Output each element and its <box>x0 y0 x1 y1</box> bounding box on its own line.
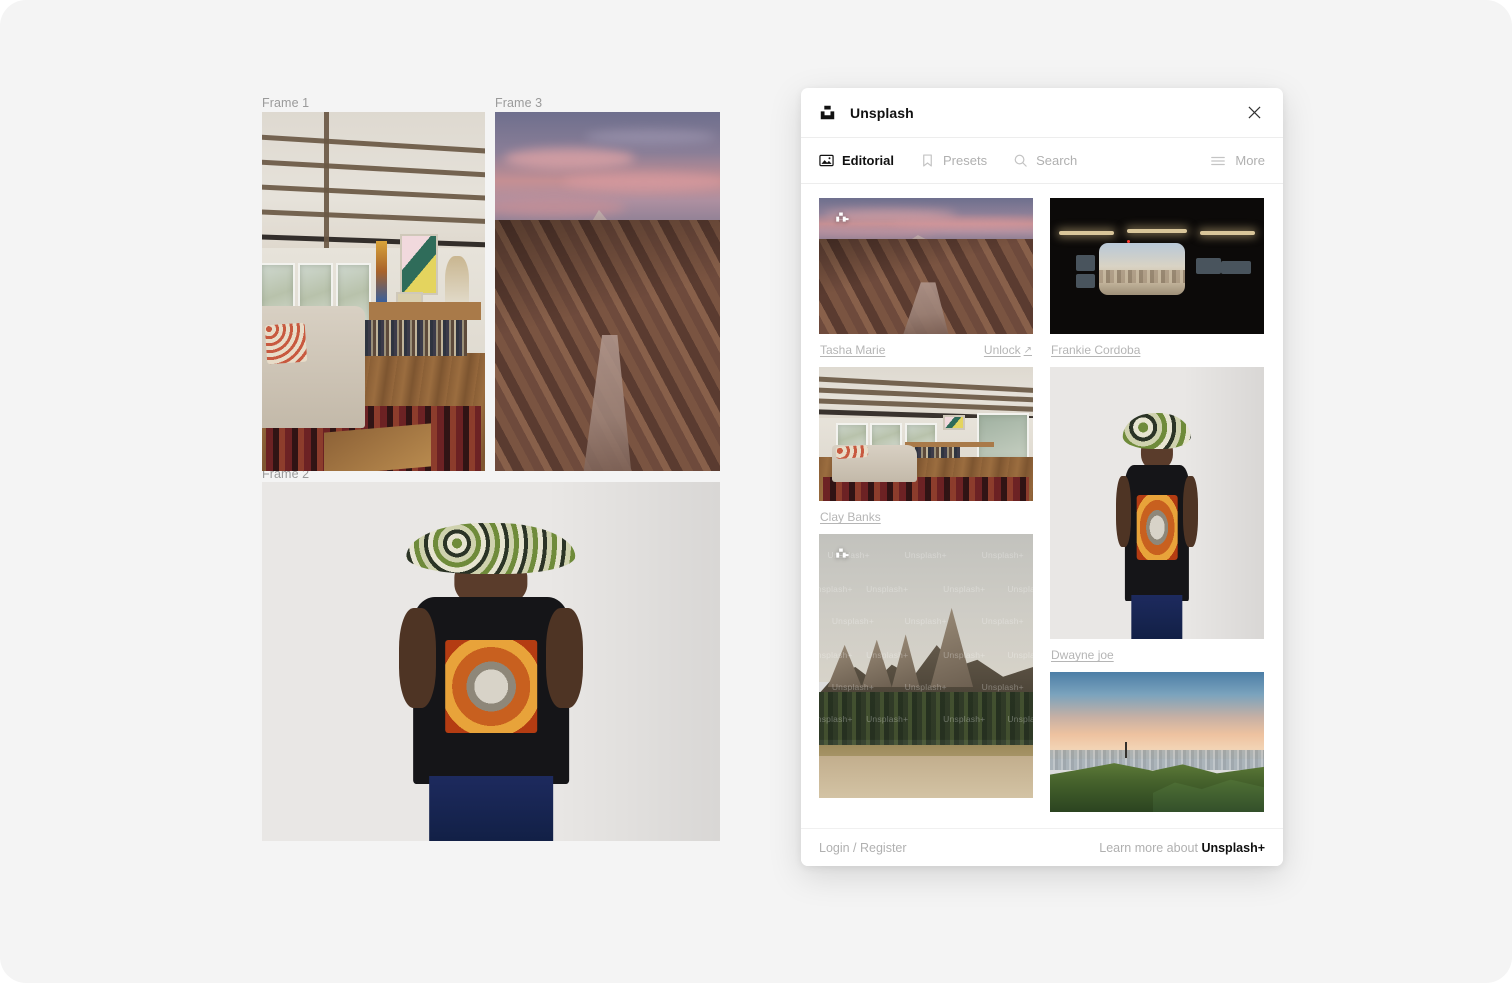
external-arrow-icon: ↗ <box>1023 344 1032 356</box>
unsplash-logo-icon <box>820 105 835 120</box>
photo-credit[interactable]: Clay Banks <box>820 510 881 524</box>
tab-editorial-label: Editorial <box>842 153 895 168</box>
tab-editorial[interactable]: Editorial <box>819 153 894 168</box>
tab-search[interactable]: Search <box>1013 153 1077 168</box>
unsplash-plus-badge-icon <box>836 212 849 222</box>
flatirons-mountain-field-thumb <box>819 534 1033 798</box>
photo-thumbnail-train-window-city-view[interactable] <box>1050 198 1264 334</box>
app-root: Frame 1 Frame 3 Frame 2 Unsplash Editori… <box>0 0 1512 983</box>
login-register-link[interactable]: Login / Register <box>819 841 907 855</box>
panel-header: Unsplash <box>801 88 1283 138</box>
photo-meta: Clay Banks <box>819 501 1033 527</box>
hamburger-menu-icon <box>1211 156 1226 165</box>
image-icon <box>819 154 834 167</box>
person-bucket-hat-tshirt-thumb <box>1050 367 1264 639</box>
tab-presets-label: Presets <box>943 153 988 168</box>
photo-credit[interactable]: Dwayne joe <box>1051 648 1114 662</box>
frame-3[interactable] <box>495 112 720 471</box>
photo-thumbnail-mountain-canyon-sunset[interactable] <box>819 198 1033 334</box>
living-room-interior-thumb <box>819 367 1033 501</box>
photo-meta: Dwayne joe <box>1050 639 1264 665</box>
tab-more-label: More <box>1235 153 1265 168</box>
panel-toolbar: Editorial Presets Search More <box>801 138 1283 184</box>
tab-presets[interactable]: Presets <box>920 153 987 168</box>
photo-card[interactable]: Tasha Marie Unlock ↗ <box>819 198 1033 360</box>
panel-title: Unsplash <box>850 104 914 121</box>
frame-2[interactable] <box>262 482 720 841</box>
design-canvas[interactable]: Frame 1 Frame 3 Frame 2 <box>0 0 790 983</box>
photo-card[interactable]: Frankie Cordoba <box>1050 198 1264 360</box>
unsplash-plus-brand: Unsplash+ <box>1201 840 1265 855</box>
panel-footer: Login / Register Learn more about Unspla… <box>801 828 1283 866</box>
unlock-link[interactable]: Unlock ↗ <box>984 343 1032 357</box>
mountain-canyon-sunset-thumb <box>819 198 1033 334</box>
photo-credit[interactable]: Tasha Marie <box>820 343 885 357</box>
unsplash-plus-badge-icon <box>836 548 849 558</box>
photo-grid[interactable]: Tasha Marie Unlock ↗ Clay Banks Unsplash… <box>801 184 1283 828</box>
bookmark-icon <box>923 154 932 167</box>
photo-credit[interactable]: Frankie Cordoba <box>1051 343 1140 357</box>
learn-more-prefix: Learn more about <box>1099 840 1202 855</box>
photo-card[interactable] <box>1050 672 1264 812</box>
photo-thumbnail-person-bucket-hat-tshirt[interactable] <box>1050 367 1264 639</box>
photo-meta: Tasha Marie Unlock ↗ <box>819 334 1033 360</box>
frame-1[interactable] <box>262 112 485 471</box>
photo-thumbnail-flatirons-mountain-field[interactable]: Unsplash+ Unsplash+ Unsplash+ Unsplash+ … <box>819 534 1033 798</box>
tab-more[interactable]: More <box>1210 153 1265 169</box>
unsplash-plugin-panel: Unsplash Editorial Presets Search More T… <box>801 88 1283 866</box>
photo-card[interactable]: Dwayne joe <box>1050 367 1264 665</box>
city-sunset-hills-thumb <box>1050 672 1264 812</box>
photo-meta: Frankie Cordoba <box>1050 334 1264 360</box>
living-room-interior-image <box>262 112 485 471</box>
train-window-city-view-thumb <box>1050 198 1264 334</box>
photo-grid-column-right: Frankie Cordoba Dwayne joe <box>1050 198 1264 828</box>
person-bucket-hat-tshirt-image <box>262 482 720 841</box>
close-icon[interactable] <box>1241 100 1267 126</box>
photo-grid-column-left: Tasha Marie Unlock ↗ Clay Banks Unsplash… <box>819 198 1033 828</box>
frame-1-label: Frame 1 <box>262 96 310 110</box>
learn-more-link[interactable]: Learn more about Unsplash+ <box>1099 841 1265 855</box>
photo-card[interactable]: Clay Banks <box>819 367 1033 527</box>
photo-card[interactable]: Unsplash+ Unsplash+ Unsplash+ Unsplash+ … <box>819 534 1033 798</box>
search-icon <box>1014 154 1027 167</box>
photo-thumbnail-city-sunset-hills[interactable] <box>1050 672 1264 812</box>
frame-3-label: Frame 3 <box>495 96 543 110</box>
photo-thumbnail-living-room-interior[interactable] <box>819 367 1033 501</box>
unlock-label: Unlock <box>983 343 1021 357</box>
tab-search-label: Search <box>1036 153 1078 168</box>
mountain-canyon-sunset-image <box>495 112 720 471</box>
